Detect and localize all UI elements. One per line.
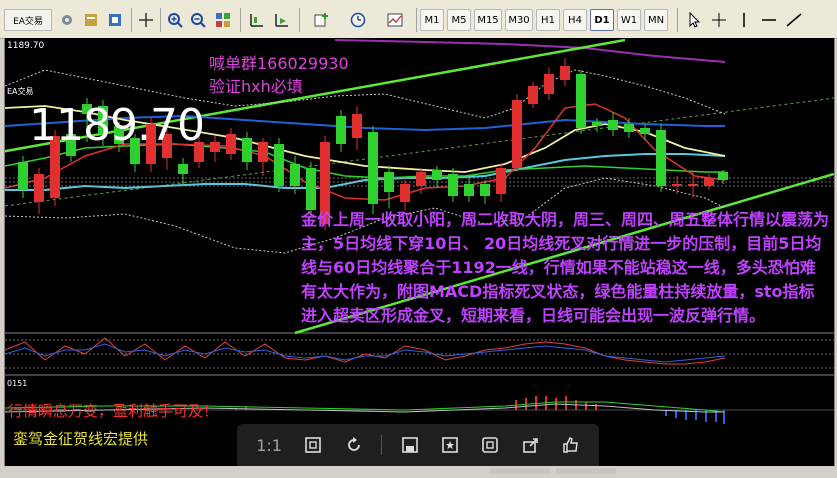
candle bbox=[624, 124, 634, 132]
candle bbox=[384, 172, 394, 192]
timeframe-mn[interactable]: MN bbox=[644, 9, 668, 31]
candle bbox=[560, 66, 570, 80]
templates-icon[interactable] bbox=[380, 9, 410, 31]
candle bbox=[528, 86, 538, 104]
candle bbox=[718, 172, 728, 180]
candle bbox=[704, 178, 714, 186]
slogan-text: 行情瞬息万变，盈利触手可及！ bbox=[8, 402, 219, 420]
timeframe-h1[interactable]: H1 bbox=[536, 9, 560, 31]
timeframe-w1[interactable]: W1 bbox=[617, 9, 641, 31]
candle bbox=[178, 164, 188, 174]
timeframe-label: M5 bbox=[451, 14, 467, 26]
candle bbox=[400, 184, 410, 202]
provider-text: 銮驾金征贺线宏提供 bbox=[13, 430, 149, 448]
timeframe-label: M15 bbox=[477, 14, 499, 26]
actual-size-label: 1:1 bbox=[256, 435, 282, 455]
candle bbox=[210, 142, 220, 152]
chart-shift-icon[interactable] bbox=[246, 9, 268, 31]
timeframe-m15[interactable]: M15 bbox=[474, 9, 502, 31]
candle bbox=[672, 184, 682, 186]
chart-window[interactable]: 1189.70 EA交易 1189.70 喊单群166029930 验证hxh必… bbox=[4, 38, 835, 466]
thumbs-up-icon[interactable] bbox=[558, 432, 584, 458]
share-icon[interactable] bbox=[518, 432, 544, 458]
purple-ma-line bbox=[334, 39, 726, 63]
vertical-line-icon[interactable] bbox=[733, 9, 755, 31]
ea-button-label: EA交易 bbox=[13, 16, 43, 27]
timeframe-label: MN bbox=[647, 14, 665, 26]
timeframe-h4[interactable]: H4 bbox=[563, 9, 587, 31]
toolbar: EA交易 M1 M5 M15 M30 H1 H4 D1 W1 MN bbox=[0, 0, 837, 39]
timeframe-m30[interactable]: M30 bbox=[505, 9, 533, 31]
history-icon[interactable] bbox=[80, 9, 102, 31]
candle bbox=[306, 168, 316, 210]
cyan-ma-line bbox=[5, 153, 726, 191]
indicator-value-label: 0151 bbox=[7, 379, 28, 388]
crosshair-tool-icon[interactable] bbox=[708, 9, 730, 31]
candle bbox=[352, 114, 362, 138]
candle bbox=[608, 120, 618, 130]
candle bbox=[512, 100, 522, 168]
candle bbox=[34, 174, 44, 202]
watermark-verify: 验证hxh必填 bbox=[209, 77, 303, 96]
candle bbox=[480, 184, 490, 196]
cursor-icon[interactable] bbox=[683, 9, 705, 31]
timeframe-label: W1 bbox=[620, 14, 638, 26]
candle bbox=[336, 116, 346, 144]
favorite-icon[interactable] bbox=[437, 432, 463, 458]
candle bbox=[258, 142, 268, 162]
candle bbox=[544, 74, 554, 94]
candle bbox=[432, 170, 442, 180]
gear-icon[interactable] bbox=[56, 9, 78, 31]
candle bbox=[274, 144, 284, 186]
timeframe-m5[interactable]: M5 bbox=[447, 9, 471, 31]
timeframe-label: H4 bbox=[568, 14, 582, 26]
candle bbox=[226, 134, 236, 154]
candle bbox=[656, 130, 666, 186]
candle bbox=[592, 122, 602, 126]
autoscroll-icon[interactable] bbox=[271, 9, 293, 31]
horizontal-line-icon[interactable] bbox=[758, 9, 780, 31]
candle bbox=[448, 174, 458, 196]
save-icon[interactable] bbox=[397, 432, 423, 458]
fit-screen-icon[interactable] bbox=[300, 432, 326, 458]
bottom-tab-strip bbox=[490, 459, 630, 474]
candle bbox=[496, 168, 506, 194]
candle bbox=[18, 162, 28, 190]
candle bbox=[576, 74, 586, 128]
timeframe-d1[interactable]: D1 bbox=[590, 9, 614, 31]
crop-icon[interactable] bbox=[477, 432, 503, 458]
new-indicator-icon[interactable] bbox=[307, 9, 337, 31]
analysis-text: 金价上周一收取小阳，周二收取大阴，周三、周四、周五整体行情以震荡为主，5日均线下… bbox=[301, 210, 830, 325]
price-scale-label: 1189.70 bbox=[7, 41, 45, 51]
clock-icon[interactable] bbox=[343, 9, 373, 31]
candle bbox=[688, 184, 698, 186]
actual-size-button[interactable]: 1:1 bbox=[252, 432, 286, 458]
candle bbox=[640, 128, 650, 134]
timeframe-label: D1 bbox=[594, 14, 610, 26]
stochastic-main-line bbox=[5, 337, 726, 365]
rotate-icon[interactable] bbox=[341, 432, 367, 458]
candle bbox=[416, 172, 426, 186]
zoom-out-icon[interactable] bbox=[187, 9, 209, 31]
trendline-icon[interactable] bbox=[783, 9, 805, 31]
crosshair-icon[interactable] bbox=[135, 9, 157, 31]
timeframe-label: M30 bbox=[508, 14, 530, 26]
zoom-in-icon[interactable] bbox=[164, 9, 186, 31]
watermark-group: 喊单群166029930 bbox=[209, 54, 349, 73]
stochastic-signal-line bbox=[5, 343, 726, 363]
candle bbox=[290, 164, 300, 186]
ea-trading-button[interactable]: EA交易 bbox=[4, 9, 52, 31]
expert-icon[interactable] bbox=[104, 9, 126, 31]
ea-label: EA交易 bbox=[7, 87, 34, 96]
current-price: 1189.70 bbox=[29, 100, 205, 151]
timeframe-m1[interactable]: M1 bbox=[420, 9, 444, 31]
tile-windows-icon[interactable] bbox=[212, 9, 234, 31]
candle bbox=[464, 184, 474, 196]
timeframe-label: M1 bbox=[424, 14, 440, 26]
candle bbox=[368, 132, 378, 204]
divider-icon bbox=[381, 432, 383, 458]
candle bbox=[242, 138, 252, 162]
timeframe-label: H1 bbox=[541, 14, 555, 26]
